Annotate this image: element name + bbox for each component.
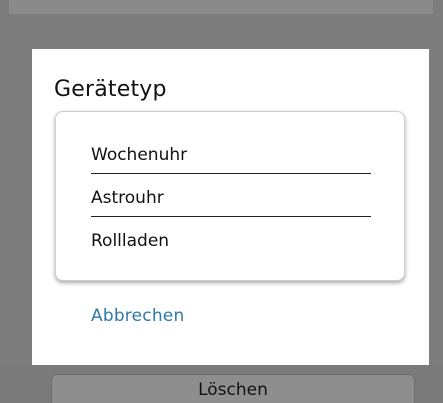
device-type-options: Wochenuhr Astrouhr Rollladen (55, 111, 405, 281)
option-rollladen[interactable]: Rollladen (91, 231, 371, 251)
background-header-strip (9, 0, 433, 14)
option-divider (91, 173, 371, 174)
cancel-button[interactable]: Abbrechen (91, 306, 184, 326)
dialog-title: Gerätetyp (54, 77, 167, 102)
option-wochenuhr[interactable]: Wochenuhr (91, 145, 371, 165)
option-divider (91, 216, 371, 217)
delete-button[interactable]: Löschen (51, 374, 415, 403)
option-astrouhr[interactable]: Astrouhr (91, 188, 371, 208)
device-type-dialog: Gerätetyp Wochenuhr Astrouhr Rollladen A… (32, 49, 429, 365)
screen: Löschen Gerätetyp Wochenuhr Astrouhr Rol… (0, 0, 443, 403)
